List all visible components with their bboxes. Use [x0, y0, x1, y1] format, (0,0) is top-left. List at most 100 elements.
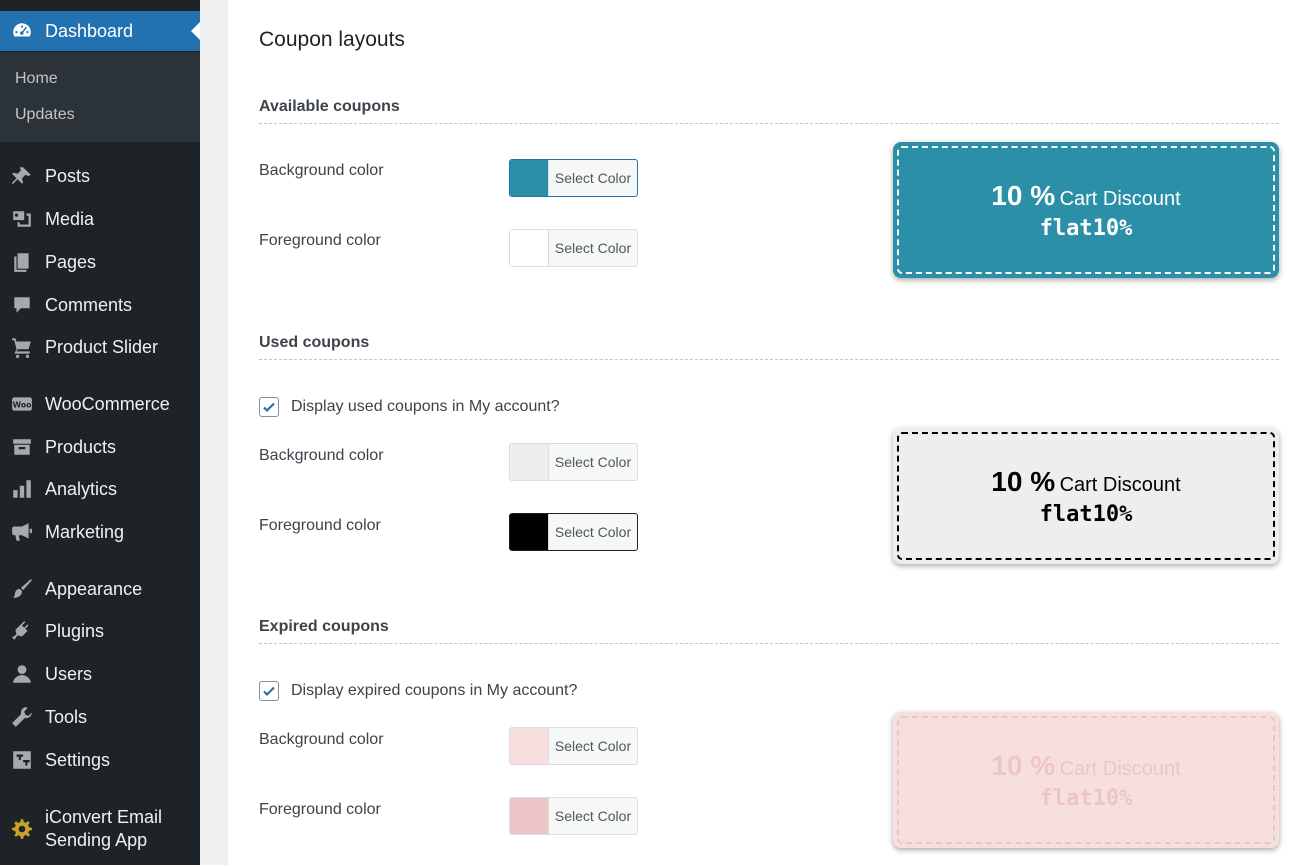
menu-plugins-label: Plugins: [45, 620, 105, 641]
dashboard-submenu: Home Updates: [0, 52, 200, 142]
megaphone-icon: [10, 520, 34, 544]
expired-fg-swatch[interactable]: [510, 798, 549, 834]
used-bg-select-color[interactable]: Select Color: [549, 444, 637, 480]
expired-coupon-heading: 10 % Cart Discount: [991, 750, 1180, 782]
used-display-checkbox[interactable]: [259, 397, 279, 417]
available-fg-select-color[interactable]: Select Color: [549, 230, 637, 266]
section-expired-divider: [259, 643, 1279, 644]
menu-dashboard[interactable]: Dashboard: [0, 11, 200, 51]
menu-posts-label: Posts: [45, 165, 91, 186]
iconvert-gear-icon: [10, 817, 34, 841]
menu-users-label: Users: [45, 663, 93, 684]
menu-posts[interactable]: Posts: [0, 156, 200, 196]
menu-tools[interactable]: Tools: [0, 697, 200, 737]
section-expired-title: Expired coupons: [259, 618, 389, 635]
submenu-updates[interactable]: Updates: [15, 106, 75, 124]
section-used-divider: [259, 359, 1279, 360]
expired-coupon-border: 10 % Cart Discount flat10%: [897, 716, 1275, 844]
expired-fg-select-color[interactable]: Select Color: [549, 798, 637, 834]
expired-display-checkbox-label: Display expired coupons in My account?: [291, 682, 578, 699]
expired-coupon-type: Cart Discount: [1059, 757, 1181, 780]
expired-bg-color-picker[interactable]: Select Color: [509, 727, 638, 765]
available-bg-select-color[interactable]: Select Color: [549, 160, 637, 196]
media-icon: [10, 207, 34, 231]
menu-comments[interactable]: Comments: [0, 285, 200, 325]
expired-display-checkbox[interactable]: [259, 681, 279, 701]
used-fg-label: Foreground color: [259, 517, 381, 534]
submenu-home[interactable]: Home: [15, 70, 58, 88]
used-fg-color-picker[interactable]: Select Color: [509, 513, 638, 551]
menu-comments-label: Comments: [45, 294, 133, 315]
admin-sidebar: Dashboard Home Updates Posts Media Pages…: [0, 0, 200, 865]
used-coupon-border: 10 % Cart Discount flat10%: [897, 432, 1275, 560]
pages-icon: [10, 250, 34, 274]
menu-settings[interactable]: Settings: [0, 740, 200, 780]
used-display-checkbox-label: Display used coupons in My account?: [291, 398, 560, 415]
available-coupon-heading: 10 % Cart Discount: [991, 180, 1180, 212]
menu-products-label: Products: [45, 436, 117, 457]
menu-settings-label: Settings: [45, 749, 111, 770]
menu-plugins[interactable]: Plugins: [0, 611, 200, 651]
woo-icon: Woo: [10, 392, 34, 416]
iconvert-line2: Sending App: [45, 830, 148, 850]
menu-woocommerce-label: WooCommerce: [45, 393, 170, 414]
menu-dashboard-label: Dashboard: [45, 20, 134, 41]
menu-marketing[interactable]: Marketing: [0, 512, 200, 552]
section-available-divider: [259, 123, 1279, 124]
used-coupon-amount: 10 %: [991, 465, 1056, 497]
menu-media-label: Media: [45, 208, 95, 229]
used-coupon-heading: 10 % Cart Discount: [991, 466, 1180, 498]
used-coupon-type: Cart Discount: [1059, 473, 1181, 496]
comment-icon: [10, 293, 34, 317]
archive-icon: [10, 435, 34, 459]
menu-woocommerce[interactable]: Woo WooCommerce: [0, 384, 200, 424]
used-display-checkbox-row[interactable]: Display used coupons in My account?: [259, 397, 560, 417]
expired-display-checkbox-row[interactable]: Display expired coupons in My account?: [259, 681, 577, 701]
used-coupon-preview: 10 % Cart Discount flat10%: [893, 428, 1279, 564]
menu-appearance[interactable]: Appearance: [0, 569, 200, 609]
menu-iconvert-label: iConvert Email Sending App: [45, 806, 162, 852]
menu-appearance-label: Appearance: [45, 578, 143, 599]
used-coupon-code: flat10%: [1039, 501, 1133, 527]
used-fg-select-color[interactable]: Select Color: [549, 514, 637, 550]
menu-media[interactable]: Media: [0, 199, 200, 239]
content-area: Coupon layouts Available coupons Backgro…: [228, 0, 1296, 865]
wrench-icon: [10, 705, 34, 729]
available-coupon-type: Cart Discount: [1059, 187, 1181, 210]
available-coupon-preview: 10 % Cart Discount flat10%: [893, 142, 1279, 278]
section-used-title: Used coupons: [259, 334, 370, 351]
iconvert-line1: iConvert Email: [45, 807, 163, 827]
menu-pages[interactable]: Pages: [0, 242, 200, 282]
cart-icon: [10, 335, 34, 359]
used-fg-swatch[interactable]: [510, 514, 549, 550]
available-fg-swatch[interactable]: [510, 230, 549, 266]
brush-icon: [10, 577, 34, 601]
available-bg-color-picker[interactable]: Select Color: [509, 159, 638, 197]
available-fg-color-picker[interactable]: Select Color: [509, 229, 638, 267]
available-bg-label: Background color: [259, 162, 384, 179]
checkmark-icon: [263, 686, 275, 697]
user-icon: [10, 662, 34, 686]
expired-coupon-preview: 10 % Cart Discount flat10%: [893, 712, 1279, 848]
menu-products[interactable]: Products: [0, 427, 200, 467]
available-coupon-amount: 10 %: [991, 179, 1056, 211]
svg-text:Woo: Woo: [13, 400, 32, 409]
used-bg-swatch[interactable]: [510, 444, 549, 480]
available-coupon-border: 10 % Cart Discount flat10%: [897, 146, 1275, 274]
menu-product-slider-label: Product Slider: [45, 336, 159, 357]
dashboard-icon: [10, 19, 34, 43]
used-bg-label: Background color: [259, 447, 384, 464]
expired-fg-color-picker[interactable]: Select Color: [509, 797, 638, 835]
menu-analytics[interactable]: Analytics: [0, 469, 200, 509]
pin-icon: [10, 164, 34, 188]
page-title: Coupon layouts: [259, 28, 405, 51]
menu-pages-label: Pages: [45, 251, 97, 272]
menu-product-slider[interactable]: Product Slider: [0, 327, 200, 367]
available-bg-swatch[interactable]: [510, 160, 549, 196]
available-fg-label: Foreground color: [259, 232, 381, 249]
expired-bg-swatch[interactable]: [510, 728, 549, 764]
expired-bg-select-color[interactable]: Select Color: [549, 728, 637, 764]
menu-iconvert[interactable]: iConvert Email Sending App: [0, 803, 200, 855]
menu-users[interactable]: Users: [0, 654, 200, 694]
used-bg-color-picker[interactable]: Select Color: [509, 443, 638, 481]
